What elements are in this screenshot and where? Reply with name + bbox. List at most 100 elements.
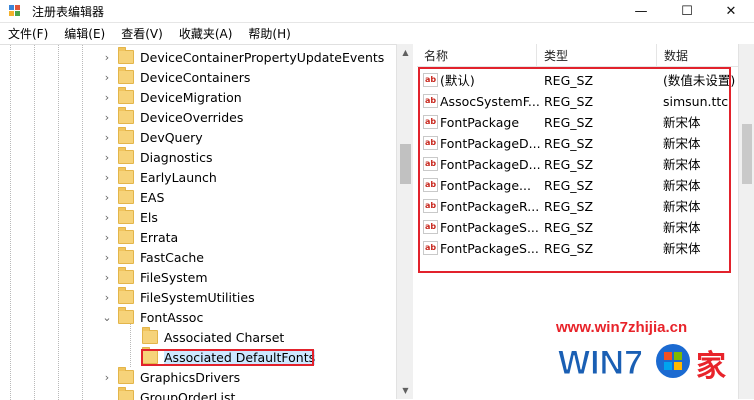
tree-item[interactable]: › GraphicsDrivers — [100, 367, 390, 387]
tree-guide-line — [58, 45, 59, 400]
chevron-right-icon[interactable]: › — [100, 207, 114, 227]
column-name-header[interactable]: 名称 — [417, 44, 537, 66]
folder-icon — [118, 270, 134, 284]
tree-item-label: FileSystem — [140, 270, 208, 285]
chevron-right-icon[interactable]: › — [100, 47, 114, 67]
tree-item[interactable]: GroupOrderList — [100, 387, 390, 400]
tree-item[interactable]: Associated Charset — [124, 327, 396, 347]
menu-edit[interactable]: 编辑(E) — [56, 25, 113, 42]
menu-help[interactable]: 帮助(H) — [240, 25, 298, 42]
chevron-right-icon[interactable]: › — [100, 227, 114, 247]
chevron-right-icon[interactable]: › — [100, 367, 114, 387]
chevron-right-icon[interactable]: › — [100, 167, 114, 187]
folder-icon — [118, 250, 134, 264]
tree-item[interactable]: › FastCache — [100, 247, 390, 267]
tree-item[interactable]: › DeviceContainerPropertyUpdateEvents — [100, 47, 390, 67]
chevron-right-icon[interactable]: › — [100, 147, 114, 167]
menu-view[interactable]: 查看(V) — [113, 25, 171, 42]
tree-guide-line — [34, 45, 35, 400]
tree-item-label: DeviceOverrides — [140, 110, 243, 125]
folder-icon — [118, 70, 134, 84]
folder-icon — [118, 110, 134, 124]
chevron-down-icon[interactable]: ⌄ — [100, 307, 114, 327]
tree-item-label: DeviceContainers — [140, 70, 250, 85]
chevron-right-icon[interactable]: › — [100, 127, 114, 147]
folder-icon — [118, 190, 134, 204]
tree-item-label: DeviceMigration — [140, 90, 242, 105]
menu-favorites[interactable]: 收藏夹(A) — [171, 25, 241, 42]
folder-icon — [118, 370, 134, 384]
list-scroll-thumb[interactable] — [742, 124, 752, 184]
scroll-up-arrow-icon[interactable]: ▲ — [397, 44, 414, 61]
list-scrollbar[interactable] — [738, 44, 754, 399]
list-header: 名称 类型 数据 — [417, 44, 754, 67]
tree-item-label: GraphicsDrivers — [140, 370, 240, 385]
win7-logo: WIN7 家 — [556, 338, 736, 384]
close-button[interactable]: ✕ — [708, 0, 754, 22]
folder-icon — [118, 230, 134, 244]
tree-item[interactable]: › DeviceContainers — [100, 67, 390, 87]
registry-tree[interactable]: › DeviceContainerPropertyUpdateEvents › Dev… — [0, 44, 396, 400]
window-title: 注册表编辑器 — [32, 3, 104, 20]
chevron-right-icon[interactable]: › — [100, 87, 114, 107]
menu-bar: 文件(F) 编辑(E) 查看(V) 收藏夹(A) 帮助(H) — [0, 23, 754, 43]
tree-item-label: EAS — [140, 190, 164, 205]
tree-item-label: FontAssoc — [140, 310, 203, 325]
watermark-url: www.win7zhijia.cn — [556, 319, 687, 336]
folder-icon — [118, 50, 134, 64]
tree-scroll-thumb[interactable] — [400, 144, 411, 184]
chevron-right-icon[interactable]: › — [100, 247, 114, 267]
tree-guide-line — [82, 45, 83, 400]
column-type-header[interactable]: 类型 — [537, 44, 657, 66]
tree-item[interactable]: › EarlyLaunch — [100, 167, 390, 187]
tree-guide-line — [10, 45, 11, 400]
tree-item[interactable]: › Els — [100, 207, 390, 227]
scroll-down-arrow-icon[interactable]: ▼ — [397, 382, 414, 399]
tree-item[interactable]: › DeviceMigration — [100, 87, 390, 107]
registry-editor-icon — [8, 4, 22, 18]
tree-item-label: Els — [140, 210, 158, 225]
logo-suffix: 家 — [696, 349, 726, 384]
folder-icon — [118, 150, 134, 164]
tree-spacer — [124, 327, 138, 347]
tree-item[interactable]: ⌄ FontAssoc — [100, 307, 390, 327]
logo-text: WIN7 — [558, 344, 643, 382]
chevron-right-icon[interactable]: › — [100, 107, 114, 127]
tree-item-label: FileSystemUtilities — [140, 290, 255, 305]
tree-item[interactable]: › DeviceOverrides — [100, 107, 390, 127]
tree-spacer — [100, 387, 114, 400]
folder-icon — [118, 290, 134, 304]
tree-spacer — [124, 347, 138, 367]
tree-item-label: Diagnostics — [140, 150, 213, 165]
tree-item[interactable]: › EAS — [100, 187, 390, 207]
folder-icon — [118, 210, 134, 224]
chevron-right-icon[interactable]: › — [100, 287, 114, 307]
windows-flag-icon — [656, 344, 690, 378]
tree-item-label: GroupOrderList — [140, 390, 235, 400]
tree-item-label: DevQuery — [140, 130, 203, 145]
chevron-right-icon[interactable]: › — [100, 67, 114, 87]
minimize-button[interactable]: — — [618, 0, 664, 22]
folder-icon — [118, 170, 134, 184]
tree-item[interactable]: › FileSystem — [100, 267, 390, 287]
folder-icon — [142, 330, 158, 344]
tree-highlight-box — [141, 349, 314, 366]
tree-item[interactable]: › Errata — [100, 227, 390, 247]
tree-item-label: Errata — [140, 230, 178, 245]
folder-icon — [118, 310, 134, 324]
folder-icon — [118, 130, 134, 144]
tree-item-label: DeviceContainerPropertyUpdateEvents — [140, 50, 384, 65]
menu-file[interactable]: 文件(F) — [0, 25, 56, 42]
chevron-right-icon[interactable]: › — [100, 187, 114, 207]
tree-item[interactable]: › Diagnostics — [100, 147, 390, 167]
tree-item[interactable]: › FileSystemUtilities — [100, 287, 390, 307]
folder-icon — [118, 90, 134, 104]
chevron-right-icon[interactable]: › — [100, 267, 114, 287]
tree-item-label: FastCache — [140, 250, 204, 265]
tree-item-label: Associated Charset — [164, 330, 284, 345]
tree-item[interactable]: › DevQuery — [100, 127, 390, 147]
tree-scrollbar[interactable]: ▲ ▼ — [396, 44, 414, 399]
maximize-button[interactable]: ☐ — [664, 0, 710, 22]
values-highlight-box — [418, 67, 731, 273]
tree-item-label: EarlyLaunch — [140, 170, 217, 185]
